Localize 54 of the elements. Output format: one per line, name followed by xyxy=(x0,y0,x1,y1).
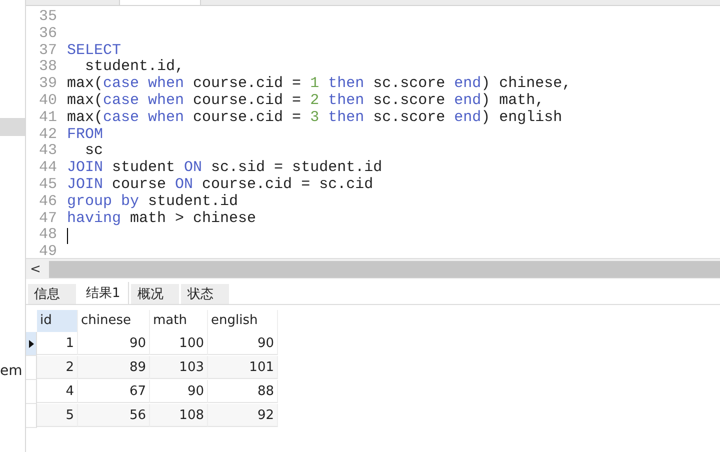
line-number: 37 xyxy=(38,42,58,60)
code-line: JOIN course ON course.cid = sc.cid xyxy=(67,176,374,194)
table-cell: 90 xyxy=(150,380,208,403)
row-header[interactable] xyxy=(26,332,37,356)
table-cell: 1 xyxy=(37,332,78,355)
line-number: 45 xyxy=(38,176,58,194)
table-cell: 92 xyxy=(208,404,278,427)
table-cell: 100 xyxy=(150,332,208,355)
table-cell: 56 xyxy=(78,404,150,427)
line-number: 47 xyxy=(38,210,58,228)
line-number: 38 xyxy=(38,59,58,76)
table-cell: 4 xyxy=(37,380,78,403)
table-cell: 103 xyxy=(150,356,208,379)
line-number: 44 xyxy=(38,160,58,177)
code-line: student.id, xyxy=(84,59,184,76)
line-number: 39 xyxy=(38,76,58,93)
sidebar-item[interactable]: em xyxy=(0,362,25,380)
code-line: JOIN student ON sc.sid = student.id xyxy=(67,160,382,177)
table-cell: 5 xyxy=(37,404,78,427)
scroll-left-button[interactable]: < xyxy=(26,262,41,276)
result-tab[interactable]: 状态 xyxy=(181,284,230,304)
table-cell: 108 xyxy=(150,404,208,427)
table-cell: 89 xyxy=(78,356,150,379)
table-cell: 90 xyxy=(208,332,278,355)
code-line: group by student.id xyxy=(67,194,238,211)
table-cell: 101 xyxy=(208,356,278,379)
scrollbar-thumb[interactable] xyxy=(48,260,720,278)
line-number: 48 xyxy=(38,227,58,244)
code-line: max(case when course.cid = 2 then sc.score end) math, xyxy=(67,92,544,110)
row-pointer-icon xyxy=(28,340,34,348)
table-cell: 90 xyxy=(78,332,150,355)
line-number: 36 xyxy=(38,26,58,43)
result-tab[interactable]: 概况 xyxy=(131,284,180,304)
result-tab[interactable]: 信息 xyxy=(28,284,76,304)
sidebar-item[interactable] xyxy=(0,118,25,136)
line-number: 40 xyxy=(38,92,58,110)
line-number: 41 xyxy=(38,110,58,127)
table-cell: 2 xyxy=(37,356,78,379)
code-line: max(case when course.cid = 1 then sc.score end) chinese, xyxy=(67,76,572,93)
text-cursor xyxy=(67,228,68,244)
table-cell: 88 xyxy=(208,380,278,403)
code-line: max(case when course.cid = 3 then sc.score end) english xyxy=(67,110,562,127)
table-cell: 67 xyxy=(78,380,150,403)
code-line: FROM xyxy=(67,126,104,144)
column-header[interactable]: id xyxy=(37,310,78,332)
line-number: 49 xyxy=(38,244,58,261)
code-line: having math > chinese xyxy=(67,210,256,228)
code-line: SELECT xyxy=(67,42,122,59)
line-number: 42 xyxy=(38,126,58,144)
editor-tab[interactable] xyxy=(119,0,201,5)
code-line: sc xyxy=(84,143,104,160)
line-number: 46 xyxy=(38,194,58,211)
line-number: 35 xyxy=(38,9,58,26)
line-number: 43 xyxy=(38,143,58,160)
